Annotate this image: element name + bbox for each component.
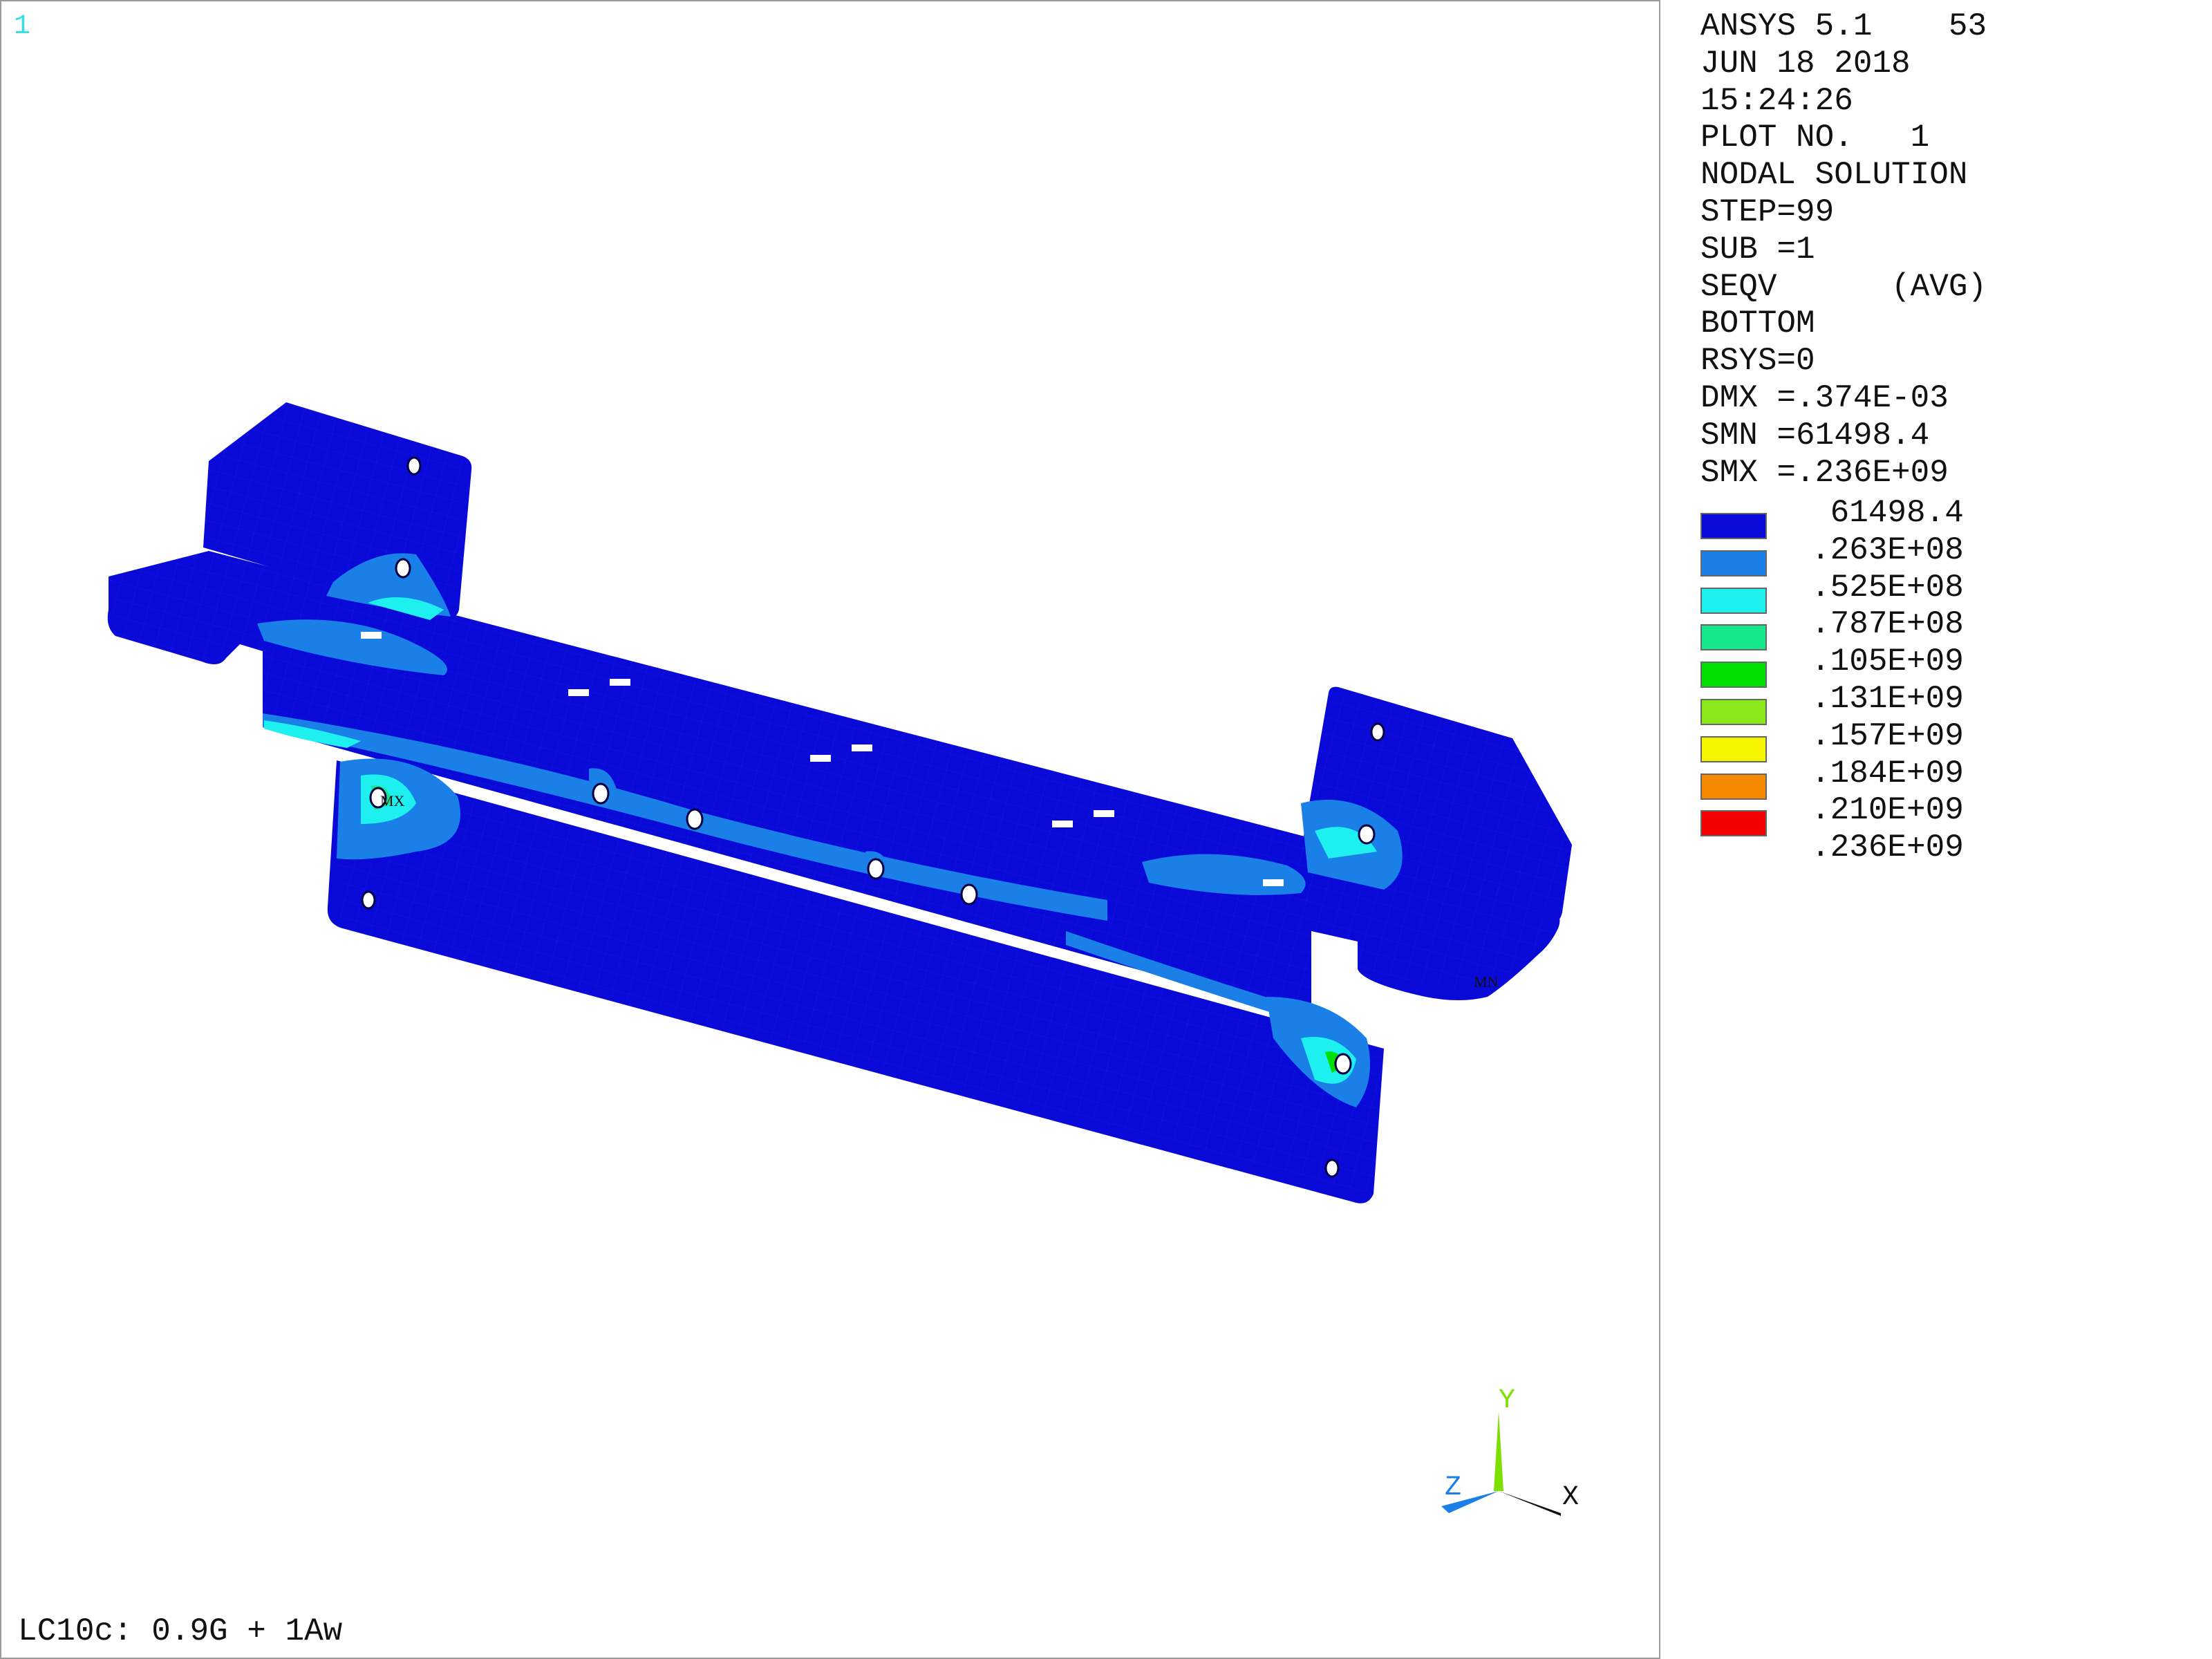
legend-value: 61498.4 — [1811, 495, 1964, 531]
stress-contour-model — [107, 402, 1572, 1203]
plot-number: PLOT NO. 1 — [1700, 120, 1930, 156]
legend-value: .787E+08 — [1811, 606, 1964, 643]
y-axis-label: Y — [1499, 1385, 1516, 1416]
legend-value: .105E+09 — [1811, 644, 1964, 680]
max-stress-marker: MX — [380, 792, 405, 809]
load-case-label: LC10c: 0.9G + 1Aw — [18, 1613, 343, 1649]
max-stress: SMX =.236E+09 — [1700, 454, 1949, 491]
legend-value: .263E+08 — [1811, 532, 1964, 568]
max-displacement: DMX =.374E-03 — [1700, 379, 1949, 416]
solution-type: NODAL SOLUTION — [1700, 157, 1968, 194]
software-version: ANSYS 5.1 53 — [1700, 8, 1987, 44]
legend-value: .184E+09 — [1811, 755, 1964, 791]
min-stress: SMN =61498.4 — [1700, 417, 1930, 453]
z-axis-label: Z — [1445, 1472, 1462, 1503]
plot-date: JUN 18 2018 — [1700, 45, 1911, 82]
plot-time: 15:24:26 — [1700, 82, 1853, 119]
legend-swatch — [1700, 698, 1767, 725]
shell-layer: BOTTOM — [1700, 306, 1815, 342]
legend-swatch — [1700, 513, 1767, 539]
legend-swatch — [1700, 810, 1767, 837]
legend-value-max: .236E+09 — [1811, 830, 1964, 866]
legend-value: .525E+08 — [1811, 569, 1964, 606]
legend-swatch — [1700, 735, 1767, 762]
legend-swatch — [1700, 773, 1767, 800]
result-coord-system: RSYS=0 — [1700, 343, 1815, 379]
legend-swatch — [1700, 550, 1767, 577]
plot-info-panel: ANSYS 5.1 53 JUN 18 2018 15:24:26 PLOT N… — [1700, 8, 2198, 491]
legend-swatch — [1700, 624, 1767, 651]
legend-value: .157E+09 — [1811, 718, 1964, 754]
graphics-window[interactable]: 1 MX MN Y Z X LC10c: 0.9G + 1Aw — [0, 0, 1660, 1659]
legend-value: .210E+09 — [1811, 792, 1964, 829]
x-axis-label: X — [1562, 1482, 1580, 1513]
load-step: STEP=99 — [1700, 194, 1835, 230]
substep: SUB =1 — [1700, 231, 1815, 268]
result-item: SEQV (AVG) — [1700, 268, 1987, 305]
min-stress-marker: MN — [1474, 973, 1499, 991]
legend-value: .131E+09 — [1811, 680, 1964, 717]
legend-swatch — [1700, 587, 1767, 614]
legend-swatch — [1700, 662, 1767, 688]
